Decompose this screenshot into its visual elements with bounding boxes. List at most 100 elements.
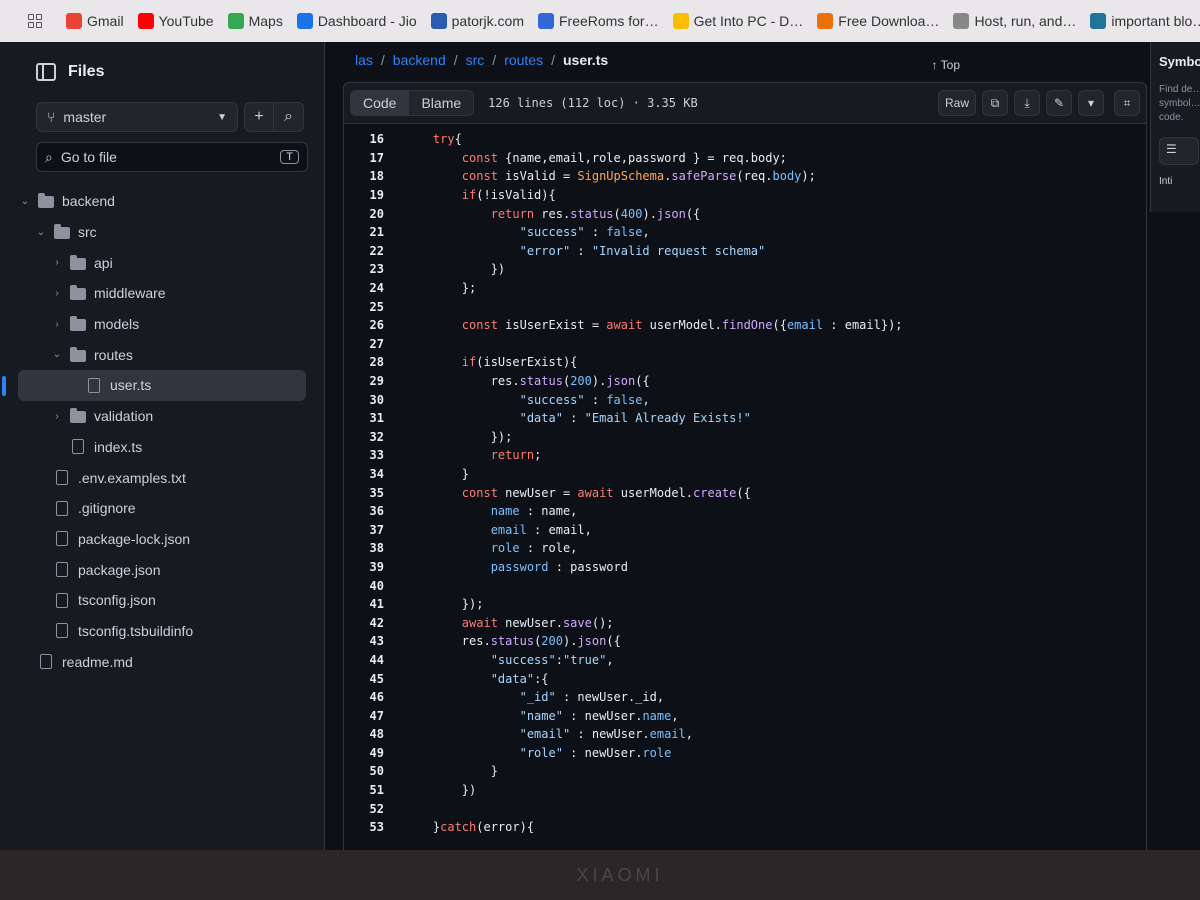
tree-file[interactable]: .env.examples.txt (18, 462, 306, 493)
line-number[interactable]: 41 (344, 597, 404, 611)
line-number[interactable]: 28 (344, 355, 404, 369)
line-number[interactable]: 36 (344, 504, 404, 518)
line-number[interactable]: 19 (344, 188, 404, 202)
code-text: "data" : "Email Already Exists!" (519, 411, 751, 426)
bookmark-label: Free Downloa… (838, 13, 940, 29)
breadcrumb-link[interactable]: src (466, 52, 485, 68)
top-link[interactable]: ↑ Top (932, 58, 960, 72)
raw-button[interactable]: Raw (937, 90, 976, 116)
tree-folder[interactable]: › models (18, 309, 306, 340)
edit-icon[interactable]: ✎ (1046, 90, 1072, 116)
line-number[interactable]: 39 (344, 560, 404, 574)
bookmark-item[interactable]: Get Into PC - D… (672, 13, 803, 29)
tab-blame[interactable]: Blame (409, 91, 474, 115)
tree-file[interactable]: readme.md (18, 646, 306, 677)
bookmark-item[interactable]: Free Downloa… (817, 13, 939, 29)
chevron-right-icon: › (55, 287, 59, 299)
tree-folder[interactable]: ⌄ backend (18, 186, 306, 217)
bookmark-label: patorjk.com (451, 13, 524, 29)
line-number[interactable]: 22 (344, 244, 404, 258)
tree-file[interactable]: index.ts (18, 432, 306, 463)
code-line: 27 (344, 335, 1146, 354)
symbols-filter-input[interactable]: ☰ (1159, 137, 1199, 165)
bookmark-item[interactable]: important blo… (1090, 13, 1200, 29)
tree-file[interactable]: package-lock.json (18, 524, 306, 555)
search-button[interactable]: ⌕ (274, 102, 304, 132)
line-number[interactable]: 34 (344, 467, 404, 481)
line-number[interactable]: 27 (344, 337, 404, 351)
tree-folder[interactable]: ⌄ src (18, 217, 306, 248)
file-icon (54, 500, 70, 516)
line-number[interactable]: 46 (344, 690, 404, 704)
bookmark-item[interactable]: patorjk.com (430, 13, 524, 29)
bookmark-item[interactable]: Maps (227, 13, 283, 29)
line-number[interactable]: 51 (344, 783, 404, 797)
line-number[interactable]: 35 (344, 486, 404, 500)
breadcrumb-link[interactable]: backend (393, 52, 446, 68)
bookmark-item[interactable]: FreeRoms for… (538, 13, 659, 29)
line-number[interactable]: 30 (344, 393, 404, 407)
tree-folder[interactable]: ⌄ routes (18, 339, 306, 370)
line-number[interactable]: 26 (344, 318, 404, 332)
code-text: const {name,email,role,password } = req.… (461, 150, 787, 165)
tree-file[interactable]: .gitignore (18, 493, 306, 524)
sidebar-collapse-icon[interactable] (36, 63, 56, 81)
files-sidebar: Files ⑂ master ▼ + ⌕ ⌕ Go to file T ⌄ bac… (0, 42, 325, 850)
line-number[interactable]: 38 (344, 541, 404, 555)
line-number[interactable]: 31 (344, 411, 404, 425)
line-number[interactable]: 25 (344, 300, 404, 314)
code-text: const isValid = SignUpSchema.safeParse(r… (461, 169, 816, 184)
branch-selector[interactable]: ⑂ master ▼ (36, 102, 238, 132)
tree-folder[interactable]: › middleware (18, 278, 306, 309)
line-number[interactable]: 43 (344, 634, 404, 648)
line-number[interactable]: 23 (344, 262, 404, 276)
breadcrumb-link[interactable]: routes (504, 52, 543, 68)
go-to-file-input[interactable]: ⌕ Go to file T (36, 142, 308, 172)
line-number[interactable]: 21 (344, 225, 404, 239)
line-number[interactable]: 18 (344, 169, 404, 183)
line-number[interactable]: 24 (344, 281, 404, 295)
tree-item-label: .env.examples.txt (78, 469, 186, 486)
tree-folder[interactable]: › validation (18, 401, 306, 432)
line-number[interactable]: 42 (344, 616, 404, 630)
line-number[interactable]: 33 (344, 448, 404, 462)
symbols-panel-icon[interactable]: ⌗ (1114, 90, 1140, 116)
tree-file[interactable]: user.ts (2, 370, 306, 401)
line-number[interactable]: 17 (344, 151, 404, 165)
code-line: 32 }); (344, 428, 1146, 447)
bookmark-item[interactable]: Dashboard - Jio (296, 13, 417, 29)
edit-dropdown-icon[interactable]: ▾ (1078, 90, 1104, 116)
tab-code[interactable]: Code (351, 91, 410, 115)
line-number[interactable]: 40 (344, 579, 404, 593)
bookmark-item[interactable]: YouTube (137, 13, 214, 29)
add-file-button[interactable]: + (244, 102, 274, 132)
line-number[interactable]: 47 (344, 709, 404, 723)
line-number[interactable]: 52 (344, 802, 404, 816)
line-number[interactable]: 48 (344, 727, 404, 741)
bookmark-item[interactable]: Gmail (66, 13, 124, 29)
code-text: }) (404, 783, 477, 798)
code-line: 35 const newUser = await userModel.creat… (344, 483, 1146, 502)
line-number[interactable]: 50 (344, 764, 404, 778)
tree-file[interactable]: tsconfig.tsbuildinfo (18, 616, 306, 647)
tree-folder[interactable]: › api (18, 247, 306, 278)
code-line: 28 if(isUserExist){ (344, 353, 1146, 372)
line-number[interactable]: 37 (344, 523, 404, 537)
line-number[interactable]: 49 (344, 746, 404, 760)
line-number[interactable]: 53 (344, 820, 404, 834)
bookmarks-bar: Gmail YouTube Maps Dashboard - Jio patorjk.c… (0, 0, 1200, 42)
bookmark-item[interactable]: Host, run, and… (953, 13, 1076, 29)
line-number[interactable]: 29 (344, 374, 404, 388)
code-text: "success":"true", (490, 652, 614, 667)
apps-grid-icon[interactable] (28, 14, 42, 28)
download-icon[interactable]: ⤓ (1014, 90, 1040, 116)
tree-file[interactable]: tsconfig.json (18, 585, 306, 616)
breadcrumb-link[interactable]: las (355, 52, 373, 68)
line-number[interactable]: 45 (344, 672, 404, 686)
line-number[interactable]: 16 (344, 132, 404, 146)
copy-icon[interactable]: ⧉ (982, 90, 1008, 116)
tree-file[interactable]: package.json (18, 554, 306, 585)
line-number[interactable]: 20 (344, 207, 404, 221)
line-number[interactable]: 44 (344, 653, 404, 667)
line-number[interactable]: 32 (344, 430, 404, 444)
